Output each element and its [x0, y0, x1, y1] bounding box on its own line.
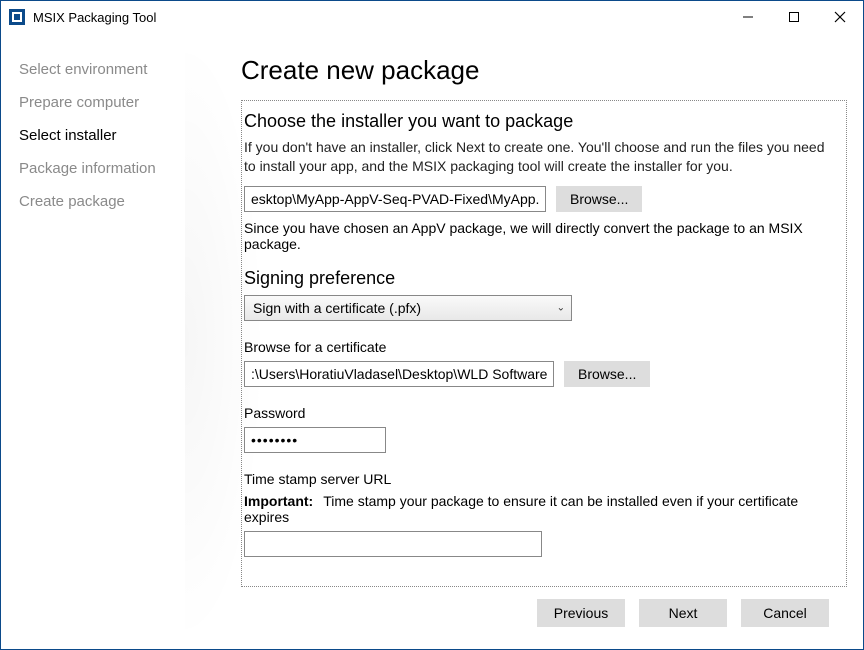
timestamp-url-input[interactable] — [244, 531, 542, 557]
close-button[interactable] — [817, 1, 863, 33]
password-input[interactable] — [244, 427, 386, 453]
important-label: Important: — [244, 493, 313, 509]
password-label: Password — [244, 405, 838, 421]
next-button[interactable]: Next — [639, 599, 727, 627]
important-text: Time stamp your package to ensure it can… — [244, 493, 798, 525]
close-icon — [834, 11, 846, 23]
window-controls — [725, 1, 863, 33]
footer: Previous Next Cancel — [241, 587, 847, 639]
sidebar-item-select-installer[interactable]: Select installer — [19, 127, 207, 144]
sidebar: Select environment Prepare computer Sele… — [1, 33, 225, 649]
signing-preference-dropdown[interactable]: Sign with a certificate (.pfx) ⌄ — [244, 295, 572, 321]
sidebar-item-select-environment[interactable]: Select environment — [19, 61, 207, 78]
certificate-path-input[interactable] — [244, 361, 554, 387]
timestamp-important: Important:Time stamp your package to ens… — [244, 493, 838, 525]
signing-preference-value: Sign with a certificate (.pfx) — [253, 300, 421, 316]
content-box: Choose the installer you want to package… — [241, 100, 847, 587]
cancel-button[interactable]: Cancel — [741, 599, 829, 627]
maximize-icon — [788, 11, 800, 23]
minimize-icon — [742, 11, 754, 23]
previous-button[interactable]: Previous — [537, 599, 625, 627]
maximize-button[interactable] — [771, 1, 817, 33]
body: Select environment Prepare computer Sele… — [1, 33, 863, 649]
signing-section-title: Signing preference — [244, 268, 838, 289]
browse-certificate-button[interactable]: Browse... — [564, 361, 650, 387]
cert-path-row: Browse... — [244, 361, 838, 387]
sidebar-item-prepare-computer[interactable]: Prepare computer — [19, 94, 207, 111]
main-panel: Create new package Choose the installer … — [225, 33, 863, 649]
installer-path-input[interactable] — [244, 186, 546, 212]
titlebar: MSIX Packaging Tool — [1, 1, 863, 33]
browse-installer-button[interactable]: Browse... — [556, 186, 642, 212]
window-title: MSIX Packaging Tool — [33, 10, 156, 25]
app-window: MSIX Packaging Tool Select environment P… — [0, 0, 864, 650]
chevron-down-icon: ⌄ — [557, 302, 565, 313]
minimize-button[interactable] — [725, 1, 771, 33]
password-row — [244, 427, 838, 453]
installer-description: If you don't have an installer, click Ne… — [244, 138, 838, 176]
sidebar-item-package-information[interactable]: Package information — [19, 160, 207, 177]
installer-section-title: Choose the installer you want to package — [244, 111, 838, 132]
installer-path-row: Browse... — [244, 186, 838, 212]
appv-note: Since you have chosen an AppV package, w… — [244, 220, 838, 252]
browse-cert-label: Browse for a certificate — [244, 339, 838, 355]
page-title: Create new package — [241, 55, 847, 86]
timestamp-label: Time stamp server URL — [244, 471, 838, 487]
app-icon — [9, 9, 25, 25]
sidebar-item-create-package[interactable]: Create package — [19, 193, 207, 210]
timestamp-row — [244, 531, 838, 557]
